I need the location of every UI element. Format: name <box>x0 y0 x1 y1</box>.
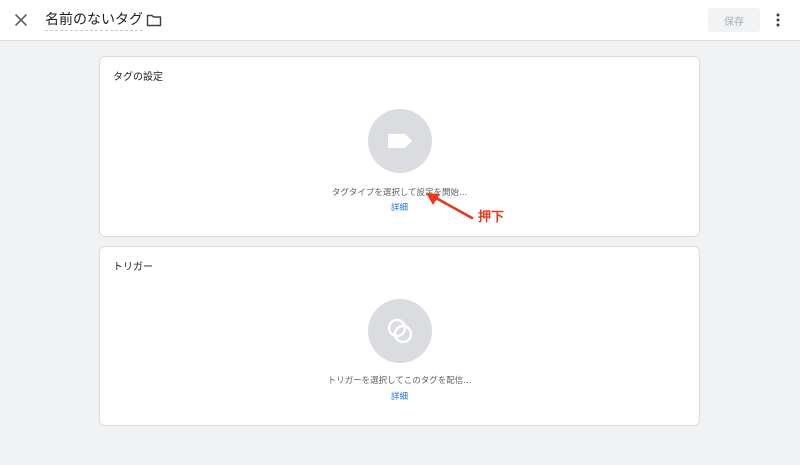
close-icon[interactable] <box>10 9 32 31</box>
trigger-learn-more-link[interactable]: 詳細 <box>100 390 699 402</box>
choose-tag-type-hint[interactable]: タグタイプを選択して設定を開始... <box>100 186 699 198</box>
triggering-card[interactable]: トリガー トリガーを選択してこのタグを配信... 詳細 <box>99 246 700 426</box>
folder-icon[interactable] <box>145 11 163 29</box>
tag-name-title[interactable]: 名前のないタグ <box>45 9 143 31</box>
trigger-icon[interactable] <box>368 299 432 363</box>
choose-trigger-hint[interactable]: トリガーを選択してこのタグを配信... <box>100 374 699 386</box>
tag-learn-more-link[interactable]: 詳細 <box>100 201 699 213</box>
tag-icon[interactable] <box>368 109 432 173</box>
top-bar: 名前のないタグ 保存 <box>0 0 800 41</box>
save-button[interactable]: 保存 <box>708 8 760 32</box>
triggering-heading: トリガー <box>113 262 153 273</box>
more-vert-icon[interactable] <box>770 10 786 30</box>
annotation-label: 押下 <box>478 210 505 225</box>
annotation-arrow <box>426 193 474 220</box>
tag-configuration-heading: タグの設定 <box>113 72 163 83</box>
tag-configuration-card[interactable]: タグの設定 タグタイプを選択して設定を開始... 詳細 <box>99 56 700 237</box>
